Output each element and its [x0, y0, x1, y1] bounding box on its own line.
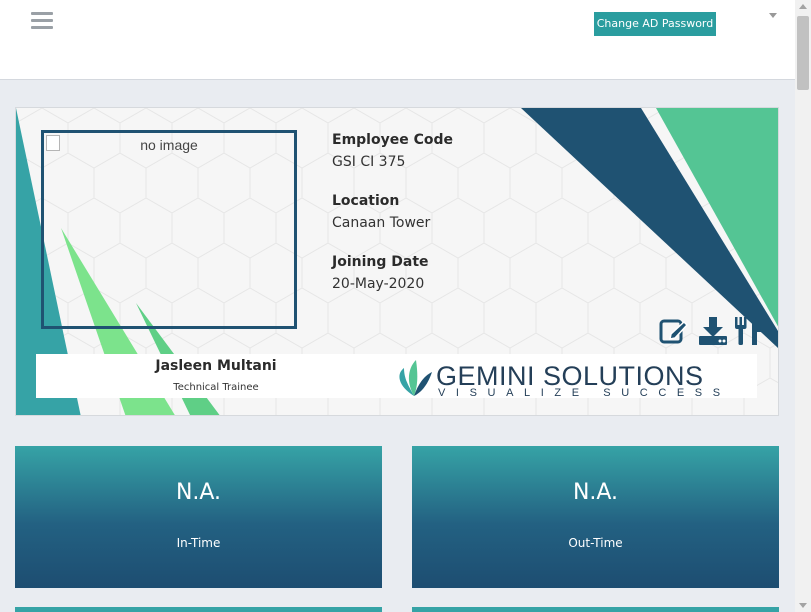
- change-ad-password-button[interactable]: Change AD Password: [594, 12, 716, 36]
- employee-photo: no image: [41, 130, 297, 329]
- scrollbar-thumb[interactable]: [797, 16, 809, 90]
- next-card-top: [15, 607, 382, 612]
- joining-date-value: 20-May-2020: [332, 276, 425, 292]
- in-time-label: In-Time: [176, 536, 221, 550]
- employee-role: Technical Trainee: [173, 382, 259, 393]
- scroll-down-arrow-icon[interactable]: [799, 603, 807, 608]
- photo-alt-text: no image: [140, 137, 198, 153]
- in-time-value: N.A.: [175, 480, 222, 505]
- employee-name: Jasleen Multani: [155, 358, 277, 374]
- out-time-label: Out-Time: [568, 536, 623, 550]
- top-bar: Change AD Password: [0, 0, 795, 80]
- download-icon[interactable]: [698, 316, 728, 346]
- chevron-down-icon[interactable]: [769, 13, 777, 18]
- logo-tagline: VISUALIZE SUCCESS: [438, 387, 731, 399]
- logo-leaf-icon: [399, 360, 432, 396]
- company-logo: GEMINI SOLUTIONS VISUALIZE SUCCESS: [394, 354, 760, 399]
- out-time-card: N.A. Out-Time: [412, 446, 779, 588]
- menu-icon[interactable]: [31, 12, 53, 30]
- meal-icon[interactable]: [733, 316, 763, 346]
- employee-id-card: no image Employee Code GSI CI 375 Locati…: [15, 107, 779, 416]
- employee-code-label: Employee Code: [332, 132, 453, 148]
- scroll-up-arrow-icon[interactable]: [799, 4, 807, 9]
- location-label: Location: [332, 193, 400, 209]
- name-bar: Jasleen Multani Technical Trainee GEMINI…: [36, 354, 760, 399]
- edit-icon[interactable]: [659, 316, 689, 346]
- employee-info: Employee Code GSI CI 375 Location Canaan…: [332, 132, 453, 315]
- employee-code-value: GSI CI 375: [332, 154, 406, 170]
- location-value: Canaan Tower: [332, 215, 431, 231]
- next-card-top: [412, 607, 779, 612]
- in-time-card: N.A. In-Time: [15, 446, 382, 588]
- out-time-value: N.A.: [572, 480, 619, 505]
- joining-date-label: Joining Date: [332, 254, 429, 270]
- scrollbar[interactable]: [795, 0, 811, 612]
